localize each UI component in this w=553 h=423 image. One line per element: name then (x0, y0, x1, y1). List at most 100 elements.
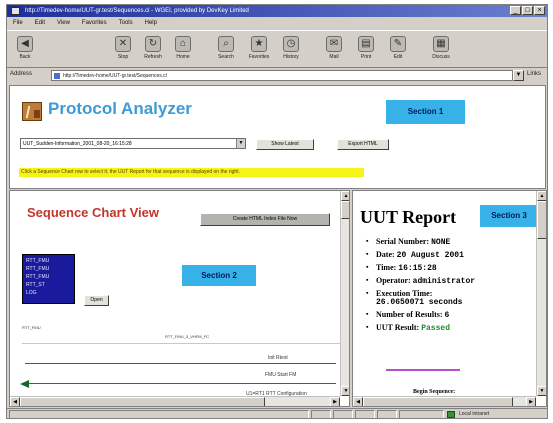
report-field-uut-result: UUT Result: Passed (365, 323, 533, 333)
close-button[interactable]: × (534, 6, 545, 15)
uut-report-frame: UUT Report Section 3 Serial Number: NONE… (352, 190, 547, 407)
intranet-zone-icon (447, 411, 455, 418)
stop-label: Stop (117, 54, 129, 60)
left-horizontal-scrollbar[interactable]: ◀ ▶ (10, 396, 340, 406)
right-vertical-scrollbar[interactable]: ▲ ▼ (536, 191, 546, 396)
status-cell (399, 410, 444, 418)
begin-sequence-heading: Begin Sequence: (413, 389, 456, 395)
menu-favorites[interactable]: Favorites (82, 18, 107, 29)
create-html-index-button[interactable]: Create HTML Index File Now (200, 213, 330, 226)
maximize-button[interactable]: □ (522, 6, 533, 15)
report-field-operator: Operator: administrator (365, 276, 533, 286)
scroll-up-icon[interactable]: ▲ (537, 191, 546, 201)
favorites-label: Favorites (248, 54, 270, 60)
right-horizontal-scrollbar[interactable]: ◀ ▶ (353, 396, 536, 406)
scroll-thumb[interactable] (20, 397, 265, 406)
left-vertical-scrollbar[interactable]: ▲ ▼ (340, 191, 349, 396)
stop-button[interactable]: ✕ Stop (109, 34, 137, 66)
history-button[interactable]: ◷ History (277, 34, 305, 66)
mail-button[interactable]: ✉ Mail (320, 34, 348, 66)
address-dropdown-icon[interactable]: ▼ (513, 70, 524, 81)
search-icon: ⌕ (218, 36, 234, 52)
back-label: Back (19, 54, 31, 60)
scroll-down-icon[interactable]: ▼ (341, 386, 349, 396)
menu-tools[interactable]: Tools (119, 18, 133, 29)
field-value: 26.0650071 seconds (376, 298, 463, 307)
back-button[interactable]: ◀ Back (11, 34, 39, 66)
sequence-chart-title: Sequence Chart View (27, 205, 159, 220)
list-item[interactable]: RTT_FMU (26, 257, 71, 265)
home-icon: ⌂ (175, 36, 191, 52)
list-item[interactable]: RTT_FMU (26, 265, 71, 273)
scroll-right-icon[interactable]: ▶ (526, 397, 536, 406)
scroll-thumb[interactable] (363, 397, 513, 406)
field-value: 16:15:28 (398, 264, 437, 273)
field-value: NONE (431, 238, 451, 247)
message-line[interactable] (25, 383, 336, 384)
analyzer-logo-icon (22, 102, 42, 121)
status-cell (333, 410, 353, 418)
window-title: http://Timedev-home/UUT-gr.test/Sequence… (25, 8, 249, 14)
scroll-left-icon[interactable]: ◀ (353, 397, 363, 406)
home-button[interactable]: ⌂ Home (169, 34, 197, 66)
minimize-button[interactable]: _ (510, 6, 521, 15)
menu-help[interactable]: Help (145, 18, 157, 29)
address-input[interactable]: http://Timedev-home/UUT-gr.test/Sequence… (51, 70, 513, 81)
analyzer-header-frame: Protocol Analyzer Section 1 UUT_Sudden-I… (9, 85, 546, 189)
security-zone-label: Local intranet (459, 411, 490, 417)
status-cell (355, 410, 375, 418)
menu-edit[interactable]: Edit (35, 18, 45, 29)
status-cell (311, 410, 331, 418)
scroll-thumb[interactable] (537, 201, 546, 239)
message-line[interactable] (25, 363, 336, 364)
home-label: Home (176, 54, 190, 60)
status-bar: Local intranet (7, 408, 547, 418)
field-value: 20 August 2001 (396, 251, 464, 260)
scroll-thumb[interactable] (341, 201, 349, 219)
scroll-down-icon[interactable]: ▼ (537, 386, 546, 396)
print-button[interactable]: ▤ Print (352, 34, 380, 66)
edit-button[interactable]: ✎ Edit (384, 34, 412, 66)
discuss-button[interactable]: ▦ Discuss (427, 34, 455, 66)
report-field-serial: Serial Number: NONE (365, 237, 533, 247)
field-key: UUT Result: (376, 323, 420, 332)
arrow-left-icon (20, 380, 29, 388)
search-button[interactable]: ⌕ Search (212, 34, 240, 66)
lane-divider (22, 343, 340, 344)
export-html-button[interactable]: Export HTML (337, 139, 389, 150)
mail-icon: ✉ (326, 36, 342, 52)
report-fields: Serial Number: NONE Date: 20 August 2001… (365, 237, 533, 336)
browser-window: http://Timedev-home/UUT-gr.test/Sequence… (6, 4, 548, 419)
menu-file[interactable]: File (13, 18, 23, 29)
stop-icon: ✕ (115, 36, 131, 52)
report-field-number-of-results: Number of Results: 6 (365, 310, 533, 320)
scroll-left-icon[interactable]: ◀ (10, 397, 20, 406)
report-field-execution-time: Execution Time: 26.0650071 seconds (365, 289, 533, 307)
scroll-right-icon[interactable]: ▶ (330, 397, 340, 406)
report-field-date: Date: 20 August 2001 (365, 250, 533, 260)
field-key: Date: (376, 250, 395, 259)
address-label: Address (10, 71, 33, 77)
section-2-callout: Section 2 (182, 265, 256, 286)
list-item[interactable]: LOG (26, 289, 71, 297)
section-1-callout: Section 1 (386, 100, 465, 124)
links-label[interactable]: Links (527, 71, 541, 77)
back-arrow-icon: ◀ (17, 36, 33, 52)
refresh-button[interactable]: ↻ Refresh (139, 34, 167, 66)
session-select[interactable]: UUT_Sudden-Information_2001_08-20_16:15:… (20, 138, 246, 149)
show-latest-button[interactable]: Show Latest (256, 139, 314, 150)
history-label: History (283, 54, 299, 60)
menu-view[interactable]: View (57, 18, 70, 29)
open-button[interactable]: Open (84, 295, 109, 306)
scroll-up-icon[interactable]: ▲ (341, 191, 349, 201)
lane-header: RTT_FMU_3_VHFM_FC (165, 334, 210, 339)
discuss-icon: ▦ (433, 36, 449, 52)
list-item[interactable]: RTT_FMU (26, 273, 71, 281)
rtt-listbox[interactable]: RTT_FMU RTT_FMU RTT_FMU RTT_ST LOG (22, 254, 75, 304)
discuss-label: Discuss (432, 54, 450, 60)
chevron-down-icon[interactable]: ▼ (236, 139, 245, 148)
window-buttons: _ □ × (510, 6, 545, 15)
list-item[interactable]: RTT_ST (26, 281, 71, 289)
address-url: http://Timedev-home/UUT-gr.test/Sequence… (63, 73, 167, 79)
favorites-button[interactable]: ★ Favorites (245, 34, 273, 66)
